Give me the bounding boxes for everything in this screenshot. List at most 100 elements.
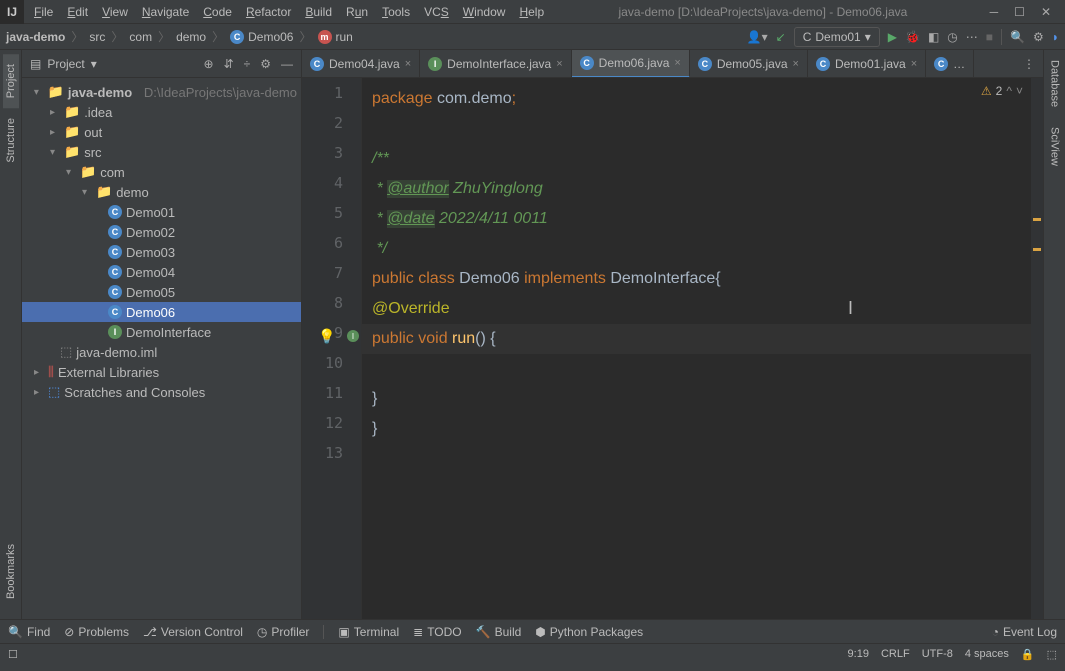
main-menu: File Edit View Navigate Code Refactor Bu… xyxy=(28,2,550,22)
tab-close-icon[interactable]: × xyxy=(793,58,799,70)
tree-com[interactable]: ▾📁com xyxy=(22,162,301,182)
tabs-more-icon[interactable]: ⋮ xyxy=(1023,57,1035,71)
breadcrumb-src[interactable]: src xyxy=(89,30,105,44)
stop-icon[interactable]: ■ xyxy=(986,30,993,44)
menu-refactor[interactable]: Refactor xyxy=(240,2,297,22)
tree-demo02[interactable]: CDemo02 xyxy=(22,222,301,242)
tree-src[interactable]: ▾📁src xyxy=(22,142,301,162)
tool-terminal[interactable]: ▣ Terminal xyxy=(338,625,399,639)
search-icon[interactable]: 🔍 xyxy=(1010,30,1025,44)
tool-python[interactable]: ⬢ Python Packages xyxy=(535,625,643,639)
tool-todo[interactable]: ≣ TODO xyxy=(413,625,462,639)
app-logo: IJ xyxy=(0,0,24,24)
menu-view[interactable]: View xyxy=(96,2,134,22)
tree-demointerface[interactable]: IDemoInterface xyxy=(22,322,301,342)
code-editor[interactable]: ⚠2^˅ package com.demo; /** * @author Zhu… xyxy=(362,78,1031,619)
profile-icon[interactable]: ◷ xyxy=(947,30,957,44)
tool-find[interactable]: 🔍 Find xyxy=(8,625,50,639)
tool-project-tab[interactable]: Project xyxy=(3,54,19,108)
panel-title[interactable]: Project xyxy=(47,57,84,71)
method-icon: m xyxy=(318,30,332,44)
close-icon[interactable]: ✕ xyxy=(1041,5,1051,19)
menu-window[interactable]: Window xyxy=(457,2,512,22)
tool-structure-tab[interactable]: Structure xyxy=(3,108,19,173)
menu-code[interactable]: Code xyxy=(197,2,238,22)
editor-tabs: CDemo04.java× IDemoInterface.java× CDemo… xyxy=(302,50,1043,78)
tree-iml[interactable]: ⬚java-demo.iml xyxy=(22,342,301,362)
collapse-all-icon[interactable]: ÷ xyxy=(244,57,251,71)
status-position[interactable]: 9:19 xyxy=(848,648,869,661)
breadcrumb-demo[interactable]: demo xyxy=(176,30,206,44)
menu-file[interactable]: File xyxy=(28,2,59,22)
tool-profiler[interactable]: ◷ Profiler xyxy=(257,625,310,639)
menu-run[interactable]: Run xyxy=(340,2,374,22)
maximize-icon[interactable]: ☐ xyxy=(1014,5,1025,19)
tab-close-icon[interactable]: × xyxy=(911,58,917,70)
tool-problems[interactable]: ⊘ Problems xyxy=(64,625,129,639)
tab-demo04[interactable]: CDemo04.java× xyxy=(302,50,420,78)
tool-bookmarks-tab[interactable]: Bookmarks xyxy=(3,534,19,609)
tab-close-icon[interactable]: × xyxy=(674,57,680,69)
tree-demo01[interactable]: CDemo01 xyxy=(22,202,301,222)
settings-icon[interactable]: ⚙ xyxy=(1033,30,1044,44)
learn-icon[interactable]: ◗ xyxy=(1052,30,1059,44)
run-config-selector[interactable]: C Demo01 ▾ xyxy=(794,27,880,47)
override-gutter-icon[interactable]: I xyxy=(347,330,359,342)
menu-build[interactable]: Build xyxy=(299,2,338,22)
minimize-icon[interactable]: ─ xyxy=(990,5,999,19)
tree-demo05[interactable]: CDemo05 xyxy=(22,282,301,302)
tree-scratches[interactable]: ▸⬚Scratches and Consoles xyxy=(22,382,301,402)
tool-sciview-tab[interactable]: SciView xyxy=(1047,117,1063,176)
tab-demo01[interactable]: CDemo01.java× xyxy=(808,50,926,78)
menu-vcs[interactable]: VCS xyxy=(418,2,455,22)
status-separator[interactable]: CRLF xyxy=(881,648,910,661)
panel-settings-icon[interactable]: ⚙ xyxy=(260,57,271,71)
debug-icon[interactable]: 🐞 xyxy=(905,30,920,44)
tab-demo05[interactable]: CDemo05.java× xyxy=(690,50,808,78)
tab-demo06[interactable]: CDemo06.java× xyxy=(572,50,690,78)
menu-tools[interactable]: Tools xyxy=(376,2,416,22)
attach-icon[interactable]: ⋯ xyxy=(966,30,978,44)
expand-all-icon[interactable]: ⇵ xyxy=(224,57,234,71)
breadcrumb-project[interactable]: java-demo xyxy=(6,30,65,44)
intention-bulb-icon[interactable]: 💡 xyxy=(318,328,335,345)
coverage-icon[interactable]: ◧ xyxy=(928,30,939,44)
tree-idea[interactable]: ▸📁.idea xyxy=(22,102,301,122)
tree-out[interactable]: ▸📁out xyxy=(22,122,301,142)
menu-navigate[interactable]: Navigate xyxy=(136,2,195,22)
tree-demo04[interactable]: CDemo04 xyxy=(22,262,301,282)
tab-close-icon[interactable]: × xyxy=(405,58,411,70)
text-cursor-icon: I xyxy=(848,298,853,319)
tool-build[interactable]: 🔨 Build xyxy=(476,625,522,639)
panel-dropdown-icon[interactable]: ▾ xyxy=(91,57,97,71)
breadcrumb: java-demo 〉 src 〉 com 〉 demo 〉 C Demo06 … xyxy=(6,28,353,45)
breadcrumb-method[interactable]: run xyxy=(336,30,353,44)
status-indent[interactable]: 4 spaces xyxy=(965,648,1009,661)
status-encoding[interactable]: UTF-8 xyxy=(922,648,953,661)
inspection-widget[interactable]: ⚠2^˅ xyxy=(981,84,1023,98)
tab-demointerface[interactable]: IDemoInterface.java× xyxy=(420,50,572,78)
tab-overflow[interactable]: C… xyxy=(926,50,974,78)
menu-edit[interactable]: Edit xyxy=(61,2,94,22)
status-indicator-icon[interactable]: ☐ xyxy=(8,648,18,661)
tree-demo03[interactable]: CDemo03 xyxy=(22,242,301,262)
tree-demo06[interactable]: CDemo06 xyxy=(22,302,301,322)
tree-demo-pkg[interactable]: ▾📁demo xyxy=(22,182,301,202)
add-config-icon[interactable]: 👤▾ xyxy=(747,30,768,44)
sync-icon[interactable]: ↙ xyxy=(776,30,786,44)
tree-root[interactable]: ▾📁java-demo D:\IdeaProjects\java-demo xyxy=(22,82,301,102)
tab-close-icon[interactable]: × xyxy=(556,58,562,70)
lock-icon[interactable]: 🔒 xyxy=(1021,648,1035,661)
tool-eventlog[interactable]: ◔ Event Log xyxy=(992,625,1057,639)
tool-vcs[interactable]: ⎇ Version Control xyxy=(143,625,243,639)
breadcrumb-com[interactable]: com xyxy=(129,30,152,44)
status-widget-icon[interactable]: ⬚ xyxy=(1047,648,1057,661)
hide-panel-icon[interactable]: — xyxy=(281,57,293,71)
tree-external-libs[interactable]: ▸⫼External Libraries xyxy=(22,362,301,382)
select-opened-icon[interactable]: ⊕ xyxy=(204,57,214,71)
tool-database-tab[interactable]: Database xyxy=(1047,50,1063,117)
breadcrumb-class[interactable]: Demo06 xyxy=(248,30,293,44)
error-stripe[interactable] xyxy=(1031,78,1043,619)
run-icon[interactable]: ▶ xyxy=(888,30,897,44)
menu-help[interactable]: Help xyxy=(513,2,550,22)
